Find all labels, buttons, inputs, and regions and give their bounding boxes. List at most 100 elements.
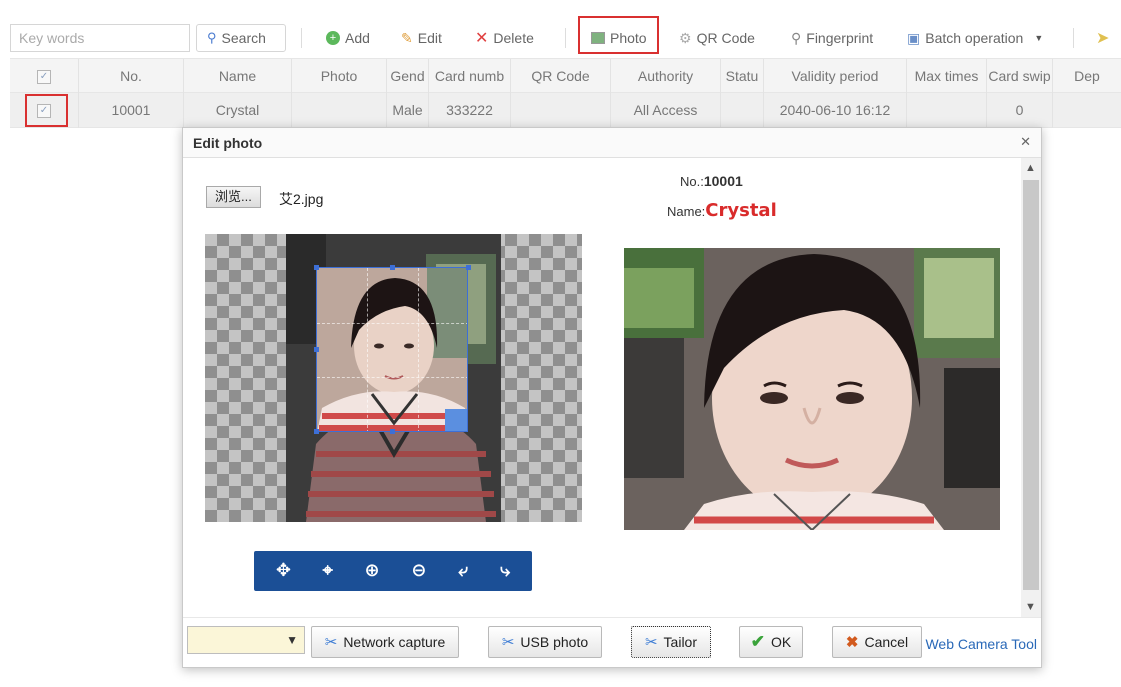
zoom-out-icon[interactable]: ⊖ [411,551,426,591]
crop-handle[interactable] [466,265,471,270]
name-label: Name: [667,204,706,219]
cell-gender: Male [386,93,428,128]
dialog-footer: ▼ ✂ Network capture ✂ USB photo ✂ Tailor… [183,617,1041,669]
fingerprint-button[interactable]: ⚲ Fingerprint [787,24,877,52]
chevron-down-icon: ▼ [286,633,298,647]
batch-icon: ▣ [907,29,921,46]
scroll-up-icon[interactable]: ▲ [1025,162,1036,174]
crop-handle[interactable] [314,429,319,434]
select-all-checkbox[interactable]: ✓ [10,59,78,94]
network-capture-label: Network capture [343,634,446,650]
tag-icon: ➤ [1096,30,1110,47]
col-photo[interactable]: Photo [291,59,386,94]
cell-validity-period: 2040-06-10 16:12 [763,93,906,128]
dialog-title: Edit photo [193,135,263,151]
no-value: 10001 [703,173,743,189]
usb-photo-label: USB photo [520,634,589,650]
scissors-icon: ✂ [501,634,515,651]
employee-no: No.:10001 [680,173,743,189]
col-gender[interactable]: Gend [386,59,428,94]
tailor-button[interactable]: ✂ Tailor [631,626,711,658]
toolbar-divider [1073,28,1074,48]
cell-name: Crystal [183,93,291,128]
checkbox-icon: ✓ [37,70,51,85]
edit-label: Edit [417,30,442,46]
add-label: Add [345,30,370,46]
col-card-swipes[interactable]: Card swip [986,59,1052,94]
batch-operation-button[interactable]: ▣ Batch operation ▼ [903,24,1047,52]
scissors-icon: ✂ [644,634,658,651]
cell-photo [291,93,386,128]
dialog-titlebar: Edit photo ✕ [183,128,1041,158]
toolbar: ⚲ Search + Add ✎ Edit ✕ Delete Photo ⚙ Q… [0,20,1121,56]
cell-department [1052,93,1121,128]
crop-resize-handle[interactable] [445,409,467,431]
web-camera-tool-link[interactable]: Web Camera Tool [925,636,1037,652]
batch-label: Batch operation [925,30,1024,46]
rotate-right-icon[interactable]: ⤷ [500,551,510,591]
add-button[interactable]: + Add [322,24,374,52]
crop-handle[interactable] [390,265,395,270]
preview-image [624,248,1000,530]
cell-authority: All Access [610,93,720,128]
fingerprint-icon: ⚲ [791,29,802,46]
fingerprint-label: Fingerprint [806,30,874,46]
crop-handle[interactable] [314,265,319,270]
edit-photo-dialog: Edit photo ✕ ▲ ▼ 浏览... 艾2.jpg No.:10001 … [182,127,1042,668]
crop-selection[interactable] [316,267,468,432]
cell-no: 10001 [78,93,183,128]
cancel-button[interactable]: ✖ Cancel [832,626,922,658]
qr-code-icon: ⚙ [679,29,692,46]
col-authority[interactable]: Authority [610,59,720,94]
cropped-photo-preview [624,248,1000,530]
tailor-label: Tailor [663,634,698,650]
scroll-thumb[interactable] [1023,180,1039,590]
photo-crop-editor[interactable] [205,234,582,522]
cancel-icon: ✖ [845,634,859,651]
employee-name: Name:Crystal [667,200,777,221]
more-tool-button[interactable]: ➤ [1092,24,1113,52]
add-icon: + [326,31,340,45]
keywords-input[interactable] [10,24,190,52]
cell-max-times [906,93,986,128]
usb-photo-button[interactable]: ✂ USB photo [488,626,602,658]
check-icon: ✔ [750,632,765,651]
col-qr-code[interactable]: QR Code [510,59,610,94]
move-icon[interactable]: ✥ [276,551,291,591]
qr-code-button[interactable]: ⚙ QR Code [675,24,759,52]
camera-select[interactable]: ▼ [187,626,305,654]
network-capture-button[interactable]: ✂ Network capture [311,626,459,658]
delete-button[interactable]: ✕ Delete [471,24,538,52]
search-button[interactable]: ⚲ Search [196,24,286,52]
delete-icon: ✕ [475,30,489,47]
zoom-in-icon[interactable]: ⊕ [365,551,380,591]
col-name[interactable]: Name [183,59,291,94]
crop-tools-bar: ✥ ⌖ ⊕ ⊖ ⤶ ⤷ [254,551,532,591]
scroll-down-icon[interactable]: ▼ [1025,601,1036,613]
table-row[interactable]: ✓ 10001 Crystal Male 333222 All Access 2… [10,93,1121,128]
photo-button-highlight [578,16,659,54]
edit-icon: ✎ [401,29,413,46]
rotate-left-icon[interactable]: ⤶ [458,551,468,591]
crop-handle[interactable] [390,429,395,434]
col-status[interactable]: Statu [720,59,763,94]
col-department[interactable]: Dep [1052,59,1121,94]
col-max-times[interactable]: Max times [906,59,986,94]
col-validity-period[interactable]: Validity period [763,59,906,94]
crop-handle[interactable] [314,347,319,352]
crop-icon[interactable]: ⌖ [323,551,333,591]
browse-button[interactable]: 浏览... [206,186,261,208]
chevron-down-icon: ▼ [1034,33,1044,43]
scissors-icon: ✂ [324,634,338,651]
dialog-scrollbar[interactable]: ▲ ▼ [1021,158,1041,617]
cell-qr-code [510,93,610,128]
close-icon[interactable]: ✕ [1020,134,1031,150]
edit-button[interactable]: ✎ Edit [397,24,446,52]
ok-label: OK [771,634,792,650]
col-card-number[interactable]: Card numb [428,59,510,94]
ok-button[interactable]: ✔ OK [739,626,803,658]
col-no[interactable]: No. [78,59,183,94]
cell-card-number: 333222 [428,93,510,128]
search-label: Search [221,30,266,46]
row-checkbox-highlight [25,94,68,127]
